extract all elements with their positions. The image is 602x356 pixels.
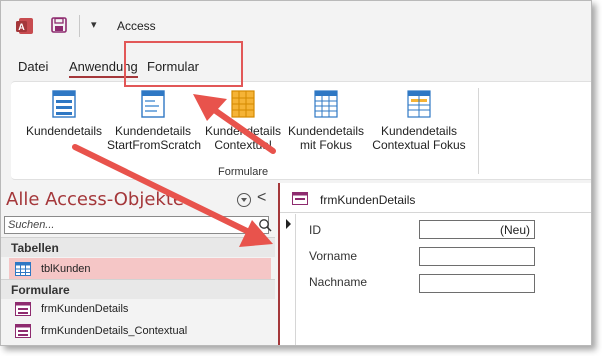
ribbon: Kundendetails Kundendetails StartFromScr…: [11, 81, 591, 180]
field-input-vorname[interactable]: [419, 247, 535, 266]
annotation-highlight-box: [124, 41, 243, 87]
field-label-nachname: Nachname: [309, 275, 368, 289]
ribbon-button-label-2: StartFromScratch: [107, 138, 202, 152]
field-input-nachname[interactable]: [419, 274, 535, 293]
nav-item-label: frmKundenDetails_Contextual: [41, 325, 188, 337]
access-app-icon: A: [16, 18, 33, 34]
nav-item-tblkunden[interactable]: tblKunden: [9, 258, 271, 280]
ribbon-group-label: Formulare: [218, 166, 269, 178]
field-input-id[interactable]: (Neu): [419, 220, 535, 239]
ribbon-button-kundendetails-contextual[interactable]: Kundendetails Contextual: [200, 90, 286, 152]
save-icon[interactable]: [51, 17, 67, 33]
ribbon-button-kundendetails[interactable]: Kundendetails: [22, 90, 106, 138]
ribbon-separator: [478, 88, 479, 174]
nav-item-frmkundendetails-contextual[interactable]: frmKundenDetails_Contextual: [9, 320, 271, 342]
nav-search-input[interactable]: [8, 218, 248, 232]
tab-datei[interactable]: Datei: [18, 57, 48, 76]
nav-search-box: [4, 216, 272, 234]
ribbon-button-label: Kundendetails: [287, 124, 365, 138]
ribbon-tabs: Datei Anwendung Formular: [1, 57, 591, 79]
form-icon: [52, 90, 76, 118]
search-icon[interactable]: [258, 218, 272, 232]
field-label-vorname: Vorname: [309, 249, 358, 263]
title-bar: A ▾ Access: [1, 1, 591, 51]
record-selector[interactable]: [280, 214, 296, 345]
svg-text:A: A: [18, 22, 25, 32]
form-icon: [15, 324, 31, 338]
contextual-form-icon: [231, 90, 255, 118]
qat-separator: [79, 15, 80, 37]
document-area: frmKundenDetails ID (Neu) Vorname Nachna…: [278, 183, 591, 345]
nav-item-label: tblKunden: [41, 263, 91, 275]
ribbon-button-label-2: Contextual Fokus: [372, 138, 466, 152]
ribbon-button-label: Kundendetails: [114, 124, 192, 138]
access-window: A ▾ Access Datei Anwendung Formular Kund…: [0, 0, 592, 346]
form-icon: [292, 192, 308, 205]
nav-item-frmkundendetails[interactable]: frmKundenDetails: [9, 298, 271, 320]
ribbon-button-label: Kundendetails: [25, 124, 103, 138]
ribbon-button-label-2: Contextual: [214, 138, 272, 152]
nav-pane-title[interactable]: Alle Access-Objekte: [6, 189, 184, 210]
datasheet-form-icon: [314, 90, 338, 118]
nav-category-formulare[interactable]: Formulare: [1, 279, 275, 299]
nav-pane-menu-icon[interactable]: [237, 193, 251, 207]
ribbon-button-kundendetails-contextual-fokus[interactable]: Kundendetails Contextual Fokus: [371, 90, 467, 152]
navigation-pane: Alle Access-Objekte < Tabellen tblKunden…: [1, 183, 275, 345]
ribbon-button-label: Kundendetails: [204, 124, 282, 138]
ribbon-button-label: Kundendetails: [380, 124, 458, 138]
table-icon: [15, 262, 31, 276]
customize-qat-dropdown[interactable]: ▾: [91, 18, 97, 31]
ribbon-button-label-2: mit Fokus: [299, 138, 352, 152]
document-tab-label: frmKundenDetails: [320, 193, 416, 207]
nav-pane-collapse-button[interactable]: <: [257, 189, 266, 207]
nav-category-tabellen[interactable]: Tabellen: [1, 237, 275, 257]
document-tab-frmkundendetails[interactable]: frmKundenDetails: [280, 183, 591, 213]
nav-item-label: frmKundenDetails: [41, 303, 129, 315]
blank-form-icon: [141, 90, 165, 118]
ribbon-button-kundendetails-startfromscratch[interactable]: Kundendetails StartFromScratch: [107, 90, 202, 152]
form-icon: [15, 302, 31, 316]
ribbon-button-kundendetails-mit-fokus[interactable]: Kundendetails mit Fokus: [283, 90, 369, 152]
window-title: Access: [117, 19, 156, 33]
focus-form-icon: [407, 90, 431, 118]
field-label-id: ID: [309, 223, 321, 237]
